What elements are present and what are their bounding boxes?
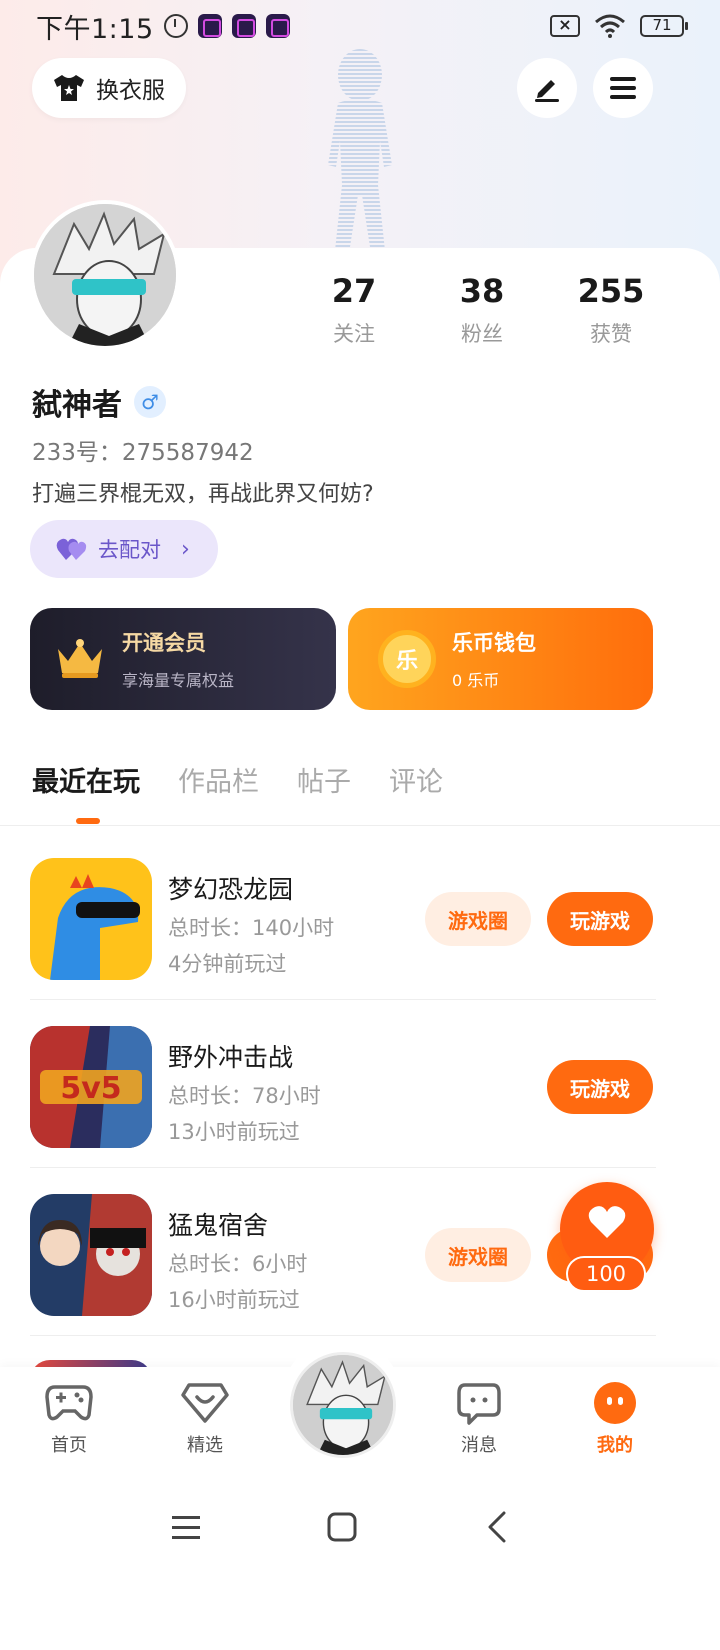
tab-works[interactable]: 作品栏 [178,760,259,820]
nav-me-label: 我的 [597,1435,633,1456]
game-last-played: 13小时前玩过 [168,1120,300,1144]
match-button[interactable]: 去配对 › [30,520,218,578]
user-id: 233号：275587942 [32,440,254,466]
username-row: 弑神者 ♂ [32,380,166,424]
likes-label: 获赞 [590,322,632,346]
status-time: 下午1:15 [36,13,154,45]
heart-icon [588,1206,626,1238]
like-count-badge: 100 [566,1256,646,1292]
chat-bubble-icon [457,1383,501,1425]
match-label: 去配对 [98,538,161,562]
game-name: 野外冲击战 [168,1043,294,1072]
coin-icon: 乐 [378,630,436,688]
game-notification-icon [231,14,256,38]
game-last-played: 16小时前玩过 [168,1288,300,1312]
center-avatar-button[interactable] [290,1352,396,1458]
gamepad-icon [45,1385,93,1421]
likes-count: 255 [577,272,645,310]
nav-home-label: 首页 [51,1435,87,1456]
chevron-right-icon: › [181,536,190,562]
game-icon-ghost-dorm [30,1194,152,1316]
likes-stat[interactable]: 255 获赞 [551,272,671,348]
game-playtime: 总时长：140小时 [168,916,335,940]
fans-count: 38 [459,272,505,310]
game-playtime: 总时长：6小时 [168,1252,308,1276]
game-playtime: 总时长：78小时 [168,1084,321,1108]
face-icon [594,1382,636,1424]
game-last-played: 4分钟前玩过 [168,952,287,976]
app-notification-icon [197,14,222,38]
fans-label: 粉丝 [461,322,503,346]
following-label: 关注 [333,322,375,346]
nav-me[interactable]: 我的 [570,1381,660,1457]
game-row[interactable]: 猛鬼宿舍 总时长：6小时 16小时前玩过 游戏圈 玩游戏 [30,1168,656,1336]
following-count: 27 [331,272,377,310]
nav-home[interactable]: 首页 [24,1381,114,1457]
crown-icon [58,639,102,678]
username: 弑神者 [32,388,122,423]
tshirt-icon [54,75,84,101]
game-icon-5v5: 5v5 [30,1026,152,1148]
nav-messages[interactable]: 消息 [434,1381,524,1457]
profile-tabs: 最近在玩 作品栏 帖子 评论 [32,760,443,820]
no-sim-icon: × [550,15,580,37]
hamburger-icon [610,77,636,99]
wifi-icon [595,14,625,38]
game-circle-button[interactable]: 游戏圈 [425,1228,531,1282]
avatar-figure-image [328,49,392,260]
nav-featured[interactable]: 精选 [160,1381,250,1457]
profile-avatar[interactable] [30,200,180,350]
game-name: 猛鬼宿舍 [168,1211,269,1240]
tabs-divider [0,825,720,826]
heart-gem-icon [181,1383,229,1423]
status-right-icons: × 71 [550,14,688,38]
nav-messages-label: 消息 [461,1435,497,1456]
nav-featured-label: 精选 [187,1435,223,1456]
wallet-balance: 0 乐币 [452,671,500,690]
game-icon-dinosaur [30,858,152,980]
change-outfit-label: 换衣服 [96,78,165,104]
menu-button[interactable] [593,58,653,118]
vip-subtitle: 享海量专属权益 [122,671,235,690]
vip-membership-card[interactable]: 开通会员 享海量专属权益 [30,608,336,710]
back-arrow-icon[interactable] [478,1507,518,1547]
fans-stat[interactable]: 38 粉丝 [422,272,542,348]
pen-icon [535,80,559,102]
wallet-card[interactable]: 乐 乐币钱包 0 乐币 [348,608,653,710]
male-gender-icon: ♂ [134,386,166,418]
status-bar: 下午1:15 × 71 [0,0,720,52]
game-icon-label: 5v5 [60,1071,121,1106]
double-heart-icon [56,538,87,560]
vip-title: 开通会员 [122,631,206,655]
change-outfit-button[interactable]: 换衣服 [32,58,186,118]
edit-profile-button[interactable] [517,58,577,118]
paw-notification-icon [265,14,290,38]
tab-comments[interactable]: 评论 [389,760,443,820]
home-square-icon[interactable] [322,1507,362,1547]
game-row[interactable]: 梦幻恐龙园 总时长：140小时 4分钟前玩过 游戏圈 玩游戏 [30,832,656,1000]
recent-apps-icon[interactable] [166,1507,206,1547]
game-row[interactable]: 5v5 野外冲击战 总时长：78小时 13小时前玩过 玩游戏 [30,1000,656,1168]
tab-posts[interactable]: 帖子 [297,760,351,820]
play-game-button[interactable]: 玩游戏 [547,892,653,946]
row-divider [30,1335,656,1336]
play-game-button[interactable]: 玩游戏 [547,1060,653,1114]
game-circle-button[interactable]: 游戏圈 [425,892,531,946]
tab-recently-played[interactable]: 最近在玩 [32,760,140,820]
wallet-title: 乐币钱包 [452,631,536,655]
user-bio: 打遍三界棍无双，再战此界又何妨? [32,482,374,507]
system-navigation-bar [0,1477,720,1650]
game-name: 梦幻恐龙园 [168,875,294,904]
following-stat[interactable]: 27 关注 [294,272,414,348]
alarm-icon [163,14,188,38]
active-tab-indicator [76,818,100,824]
battery-icon: 71 [640,15,688,37]
status-notification-icons [163,14,290,38]
